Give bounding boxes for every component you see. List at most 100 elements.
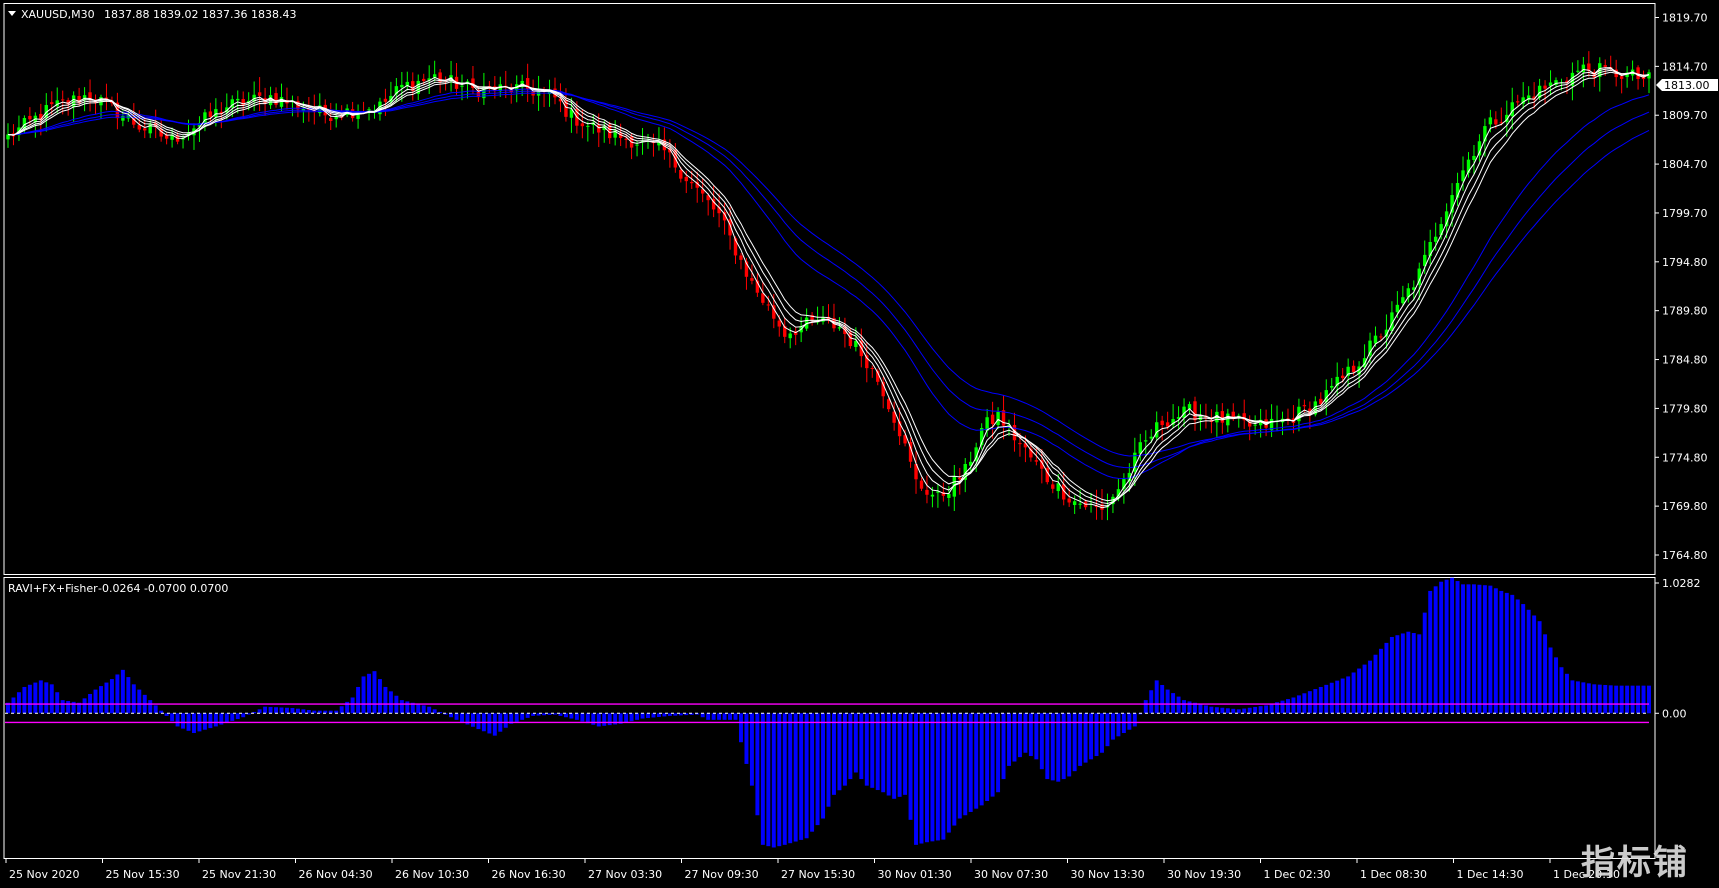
- histogram-bar: [1564, 673, 1569, 714]
- histogram-bar: [1504, 592, 1509, 714]
- histogram-bar: [760, 713, 765, 845]
- time-tick-label: 26 Nov 10:30: [395, 868, 469, 881]
- indicator-tick-label: 1.0282: [1662, 577, 1701, 590]
- histogram-bar: [263, 706, 268, 714]
- histogram-bar: [1543, 634, 1548, 714]
- histogram-bar: [295, 708, 300, 714]
- candle-body: [930, 494, 935, 497]
- histogram-bar: [213, 713, 218, 727]
- histogram-bar: [27, 684, 32, 714]
- histogram-bar: [1307, 691, 1312, 714]
- histogram-bar: [388, 691, 393, 714]
- price-tick-label: 1779.80: [1662, 402, 1708, 415]
- histogram-bar: [574, 713, 579, 720]
- histogram-bar: [563, 713, 568, 718]
- histogram-bar: [1603, 684, 1608, 714]
- histogram-bar: [963, 713, 968, 816]
- candle-body: [1494, 119, 1498, 125]
- price-tick-label: 1789.80: [1662, 305, 1708, 318]
- candle-body: [329, 118, 333, 121]
- candle-body: [1253, 424, 1257, 426]
- candle-body: [990, 414, 995, 424]
- histogram-bar: [170, 713, 175, 722]
- candle-body: [460, 85, 464, 87]
- histogram-bar: [115, 674, 120, 714]
- indicator-tick-label: 0.00: [1662, 707, 1687, 720]
- candle-body: [1395, 304, 1400, 313]
- histogram-bar: [1171, 693, 1176, 714]
- histogram-bar: [624, 713, 629, 723]
- histogram-bar: [935, 713, 940, 841]
- histogram-bar: [832, 713, 836, 795]
- histogram-bar: [1242, 708, 1247, 714]
- histogram-bar: [706, 713, 711, 720]
- histogram-bar: [279, 707, 284, 714]
- histogram-bar: [339, 706, 344, 714]
- histogram-bar: [1034, 713, 1039, 760]
- histogram-bar: [930, 713, 935, 842]
- histogram-bar: [1515, 599, 1520, 714]
- indicator-panel-title: RAVI+FX+Fisher: [8, 582, 98, 595]
- histogram-bar: [22, 686, 27, 714]
- histogram-bar: [235, 713, 240, 720]
- histogram-bar: [487, 713, 492, 734]
- histogram-bar: [1039, 713, 1044, 770]
- candle-body: [1516, 101, 1520, 103]
- chart-canvas[interactable]: 1819.70 1814.70 1809.70 1804.70 1799.70 1794.…: [0, 0, 1719, 888]
- histogram-bar: [11, 697, 16, 714]
- histogram-bar: [1554, 657, 1558, 714]
- histogram-bar: [1149, 690, 1154, 714]
- candle-body: [1051, 484, 1055, 489]
- histogram-bar: [1636, 685, 1641, 714]
- histogram-bar: [941, 713, 946, 840]
- candle-body: [1149, 436, 1153, 439]
- candle-body: [1302, 405, 1307, 407]
- candle-body: [1078, 503, 1082, 505]
- histogram-bar: [1083, 713, 1088, 763]
- histogram-bar: [1439, 581, 1444, 714]
- candle-body: [958, 477, 962, 480]
- histogram-bar: [1247, 707, 1252, 714]
- histogram-bar: [547, 713, 552, 715]
- histogram-bar: [837, 713, 842, 791]
- histogram-bar: [1209, 706, 1214, 714]
- histogram-bar: [60, 700, 65, 714]
- histogram-bar: [432, 709, 437, 714]
- histogram-bar: [892, 713, 897, 799]
- histogram-bar: [722, 713, 727, 720]
- histogram-bar: [1214, 707, 1219, 714]
- histogram-bar: [1094, 713, 1099, 757]
- histogram-bar: [1510, 594, 1515, 714]
- histogram-bar: [640, 713, 645, 719]
- histogram-bar: [1592, 684, 1597, 714]
- histogram-bar: [979, 713, 984, 806]
- histogram-bar: [1258, 706, 1263, 714]
- candle-body: [28, 115, 32, 120]
- histogram-bar: [1017, 713, 1022, 758]
- histogram-bar: [120, 669, 125, 714]
- histogram-bar: [520, 713, 525, 720]
- histogram-bar: [1050, 713, 1055, 781]
- histogram-bar: [503, 713, 508, 728]
- candle-body: [690, 181, 694, 184]
- histogram-bar: [717, 713, 722, 720]
- histogram-bar: [224, 713, 229, 723]
- histogram-bar: [93, 689, 98, 714]
- candle-body: [1379, 336, 1383, 338]
- histogram-bar: [1433, 586, 1438, 714]
- time-tick-label: 26 Nov 04:30: [299, 868, 373, 881]
- current-price-marker: 1813.00: [1656, 79, 1718, 92]
- histogram-bar: [1280, 700, 1285, 714]
- histogram-bar: [1028, 713, 1033, 757]
- time-tick-label: 1 Dec 08:30: [1360, 868, 1427, 881]
- histogram-bar: [1127, 713, 1132, 730]
- candle-body: [870, 368, 874, 370]
- histogram-bar: [914, 713, 918, 845]
- candle-body: [925, 489, 929, 495]
- histogram-bar: [728, 713, 733, 720]
- histogram-bar: [1291, 697, 1296, 714]
- histogram-bar: [744, 713, 749, 764]
- histogram-bar: [1521, 604, 1526, 714]
- time-tick-label: 27 Nov 03:30: [588, 868, 662, 881]
- histogram-bar: [1132, 713, 1137, 727]
